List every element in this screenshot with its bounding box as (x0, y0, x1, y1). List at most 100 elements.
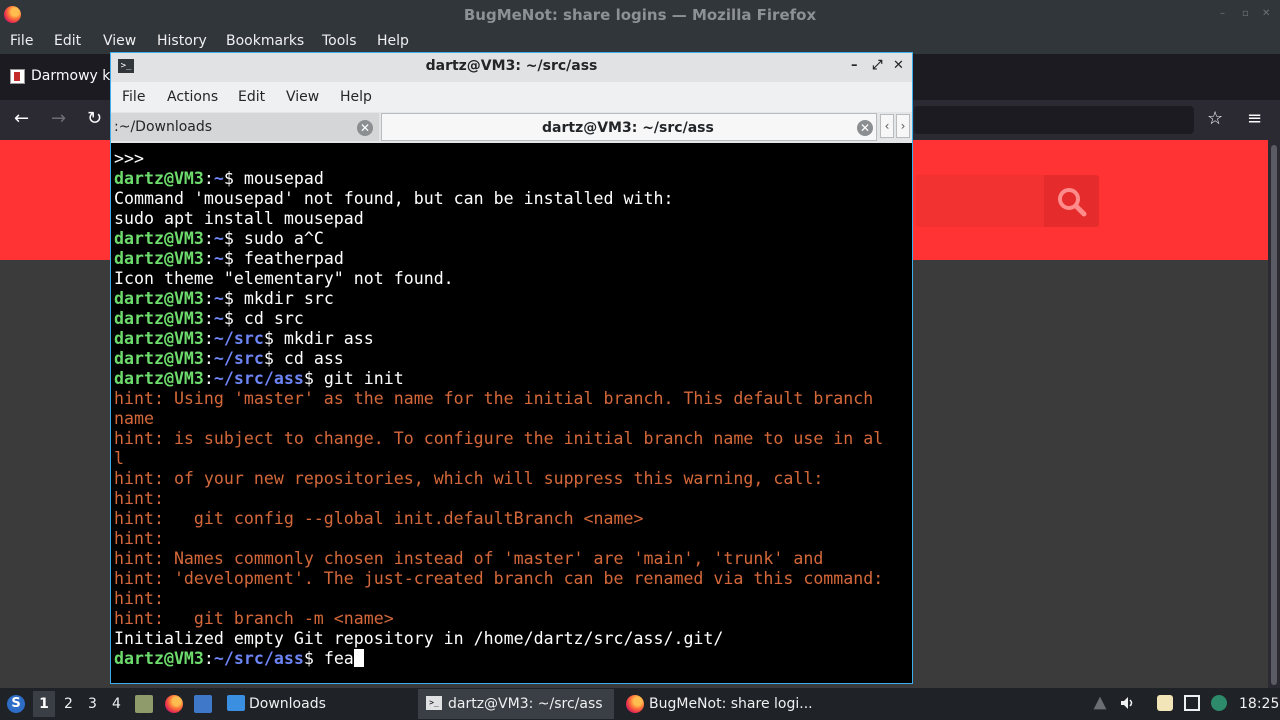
workspace-2[interactable]: 2 (64, 696, 73, 712)
menu-help[interactable]: Help (377, 33, 409, 49)
start-menu-icon[interactable]: S (7, 695, 25, 713)
terminal-menu-help[interactable]: Help (340, 89, 372, 105)
terminal-line: dartz@VM3:~$ cd src (114, 309, 910, 329)
terminal-text: : (203, 169, 214, 188)
file-manager-launcher-icon[interactable] (135, 695, 153, 713)
maximize-icon[interactable]: ⤢ (872, 59, 882, 73)
task-label: Downloads (249, 696, 326, 712)
terminal-text: $ sudo a^C (223, 229, 324, 248)
terminal-tab-active[interactable]: dartz@VM3: ~/src/ass ✕ (381, 113, 877, 141)
firefox-titlebar: BugMeNot: share logins — Mozilla Firefox… (0, 0, 1280, 29)
forward-icon[interactable]: → (51, 109, 66, 129)
terminal-menubar: File Actions Edit View Help (111, 82, 912, 112)
prompt-path: ~ (213, 229, 224, 248)
menu-view[interactable]: View (103, 33, 136, 49)
tab-scroll-right-icon[interactable]: › (896, 114, 910, 138)
task-label: dartz@VM3: ~/src/ass (448, 696, 603, 712)
terminal-text: : (203, 329, 214, 348)
workspace-3[interactable]: 3 (88, 696, 97, 712)
menu-history[interactable]: History (157, 33, 207, 49)
page-scrollbar-thumb[interactable] (1271, 145, 1277, 685)
terminal-output[interactable]: >>> dartz@VM3:~$ mousepad Command 'mousepa… (114, 149, 910, 681)
terminal-line: dartz@VM3:~/src/ass$ fea (114, 649, 910, 669)
folder-icon (227, 695, 245, 711)
git-hint-text: hint: Using 'master' as the name for the… (114, 389, 874, 408)
firefox-menubar: File Edit View History Bookmarks Tools H… (0, 29, 1280, 54)
tab-darmowy[interactable]: Darmowy ka (31, 68, 119, 84)
page-search-button[interactable] (1044, 175, 1099, 227)
clipboard-icon[interactable] (1157, 695, 1173, 711)
prompt-user-host: dartz@VM3 (114, 649, 204, 668)
terminal-text: $ git init (303, 369, 404, 388)
git-hint-text: hint: (114, 489, 164, 508)
close-icon[interactable]: ✕ (1262, 9, 1272, 19)
page-search-input[interactable] (916, 175, 1044, 227)
prompt-user-host: dartz@VM3 (114, 309, 204, 328)
terminal-window: >_ dartz@VM3: ~/src/ass – ⤢ ✕ File Actio… (110, 52, 913, 684)
terminal-menu-file[interactable]: File (122, 89, 145, 105)
desktop-launcher-icon[interactable] (194, 695, 212, 713)
terminal-text: : (203, 349, 214, 368)
terminal-line: hint: Using 'master' as the name for the… (114, 389, 910, 409)
reload-icon[interactable]: ↻ (87, 109, 102, 129)
git-hint-text: hint: (114, 529, 164, 548)
terminal-line: hint: git branch -m <name> (114, 609, 910, 629)
terminal-line: hint: (114, 589, 910, 609)
volume-icon[interactable] (1119, 695, 1135, 711)
terminal-text: sudo apt install mousepad (114, 209, 364, 228)
close-tab-icon[interactable]: ✕ (857, 120, 873, 136)
hamburger-menu-icon[interactable]: ≡ (1247, 109, 1262, 129)
menu-tools[interactable]: Tools (322, 33, 357, 49)
task-firefox[interactable]: BugMeNot: share logi... (620, 689, 820, 719)
star-icon[interactable]: ☆ (1207, 109, 1223, 129)
terminal-menu-view[interactable]: View (286, 89, 319, 105)
prompt-user-host: dartz@VM3 (114, 169, 204, 188)
terminal-text: : (203, 229, 214, 248)
prompt-path: ~ (213, 249, 224, 268)
terminal-line: dartz@VM3:~$ mkdir src (114, 289, 910, 309)
git-hint-text: hint: 'development'. The just-created br… (114, 569, 884, 588)
task-label: BugMeNot: share logi... (649, 696, 813, 712)
prompt-path: ~ (213, 169, 224, 188)
terminal-menu-edit[interactable]: Edit (238, 89, 265, 105)
git-hint-text: name (114, 409, 154, 428)
close-tab-icon[interactable]: ✕ (357, 120, 373, 136)
terminal-menu-actions[interactable]: Actions (167, 89, 218, 105)
clock[interactable]: 18:25 (1239, 696, 1279, 712)
maximize-icon[interactable]: ▫ (1242, 9, 1252, 19)
terminal-text: $ cd ass (263, 349, 344, 368)
workspace-1[interactable]: 1 (33, 691, 55, 717)
terminal-line: dartz@VM3:~/src$ cd ass (114, 349, 910, 369)
terminal-line: l (114, 449, 910, 469)
terminal-text: : (203, 249, 214, 268)
close-icon[interactable]: ✕ (893, 59, 904, 73)
back-icon[interactable]: ← (14, 109, 29, 129)
prompt-user-host: dartz@VM3 (114, 369, 204, 388)
network-icon[interactable] (1184, 695, 1200, 711)
menu-bookmarks[interactable]: Bookmarks (226, 33, 304, 49)
terminal-line: hint: is subject to change. To configure… (114, 429, 910, 449)
minimize-icon[interactable]: – (851, 59, 858, 73)
terminal-line: Command 'mousepad' not found, but can be… (114, 189, 910, 209)
prompt-path: ~ (213, 309, 224, 328)
menu-edit[interactable]: Edit (54, 33, 81, 49)
terminal-text: : (203, 289, 214, 308)
terminal-text: : (203, 649, 214, 668)
git-hint-text: hint: git config --global init.defaultBr… (114, 509, 644, 528)
prompt-path: ~/src (213, 349, 264, 368)
terminal-line: sudo apt install mousepad (114, 209, 910, 229)
task-downloads[interactable]: Downloads (222, 689, 412, 719)
update-notifier-icon[interactable] (1211, 695, 1227, 711)
terminal-line: dartz@VM3:~$ featherpad (114, 249, 910, 269)
tab-favicon-icon (10, 69, 25, 84)
terminal-line: >>> (114, 149, 910, 169)
tab-scroll-left-icon[interactable]: ‹ (880, 114, 894, 138)
workspace-4[interactable]: 4 (112, 696, 121, 712)
task-terminal[interactable]: >_ dartz@VM3: ~/src/ass (418, 689, 614, 719)
url-bar[interactable] (914, 106, 1194, 134)
prompt-path: ~/src (213, 329, 264, 348)
terminal-tab-downloads[interactable]: :~/Downloads ✕ (111, 113, 379, 141)
firefox-launcher-icon[interactable] (165, 695, 183, 713)
minimize-icon[interactable]: – (1220, 9, 1230, 19)
menu-file[interactable]: File (10, 33, 33, 49)
